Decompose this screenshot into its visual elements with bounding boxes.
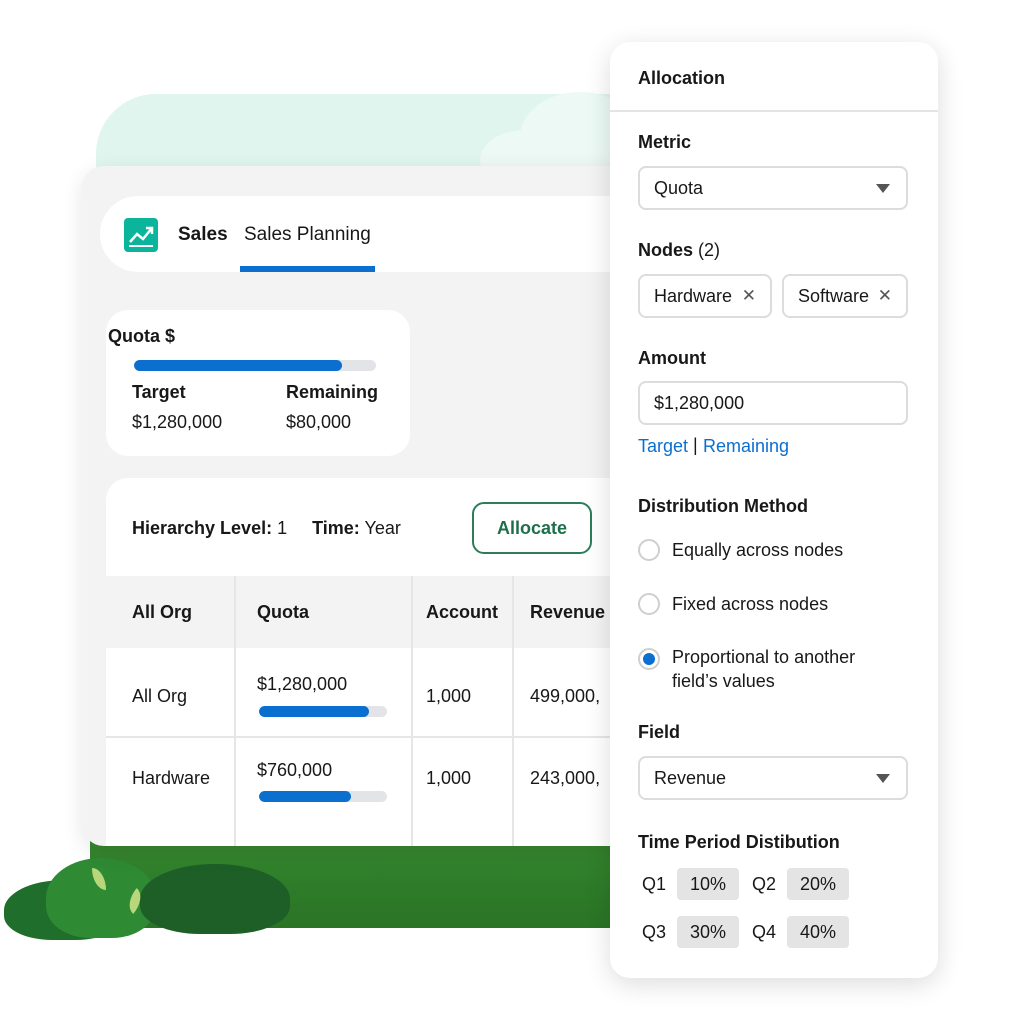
metric-label: Metric [638, 132, 692, 152]
link-separator: | [693, 435, 698, 455]
radio-fixed[interactable] [638, 593, 660, 615]
amount-label: Amount [638, 348, 706, 368]
chevron-down-icon [876, 774, 890, 783]
table-row-quota: $760,000 [257, 760, 333, 780]
close-icon[interactable]: ✕ [742, 286, 756, 306]
table-row-account: 1,000 [426, 686, 472, 706]
column-header-quota[interactable]: Quota [257, 602, 309, 623]
period-label-q2: Q2 [752, 874, 777, 894]
table-row-name: Hardware [132, 768, 211, 788]
remaining-value: $80,000 [286, 412, 352, 432]
row-quota-progress-fill [259, 706, 370, 717]
table-row-quota: $1,280,000 [257, 674, 348, 694]
period-value-q4[interactable]: 40% [787, 916, 849, 948]
period-label-q4: Q4 [752, 922, 777, 942]
column-divider [411, 576, 413, 846]
panel-title: Allocation [638, 68, 726, 88]
row-quota-progress-bar [259, 706, 387, 717]
radio-proportional[interactable] [638, 648, 660, 670]
nodes-count: (2) [698, 240, 721, 260]
remaining-link[interactable]: Remaining [703, 436, 789, 457]
quota-progress-bar [134, 360, 376, 371]
node-chip-label: Hardware [654, 286, 733, 306]
app-header: Sales Sales Planning [100, 196, 642, 272]
node-chip-label: Software [798, 286, 870, 306]
amount-input[interactable]: $1,280,000 [638, 381, 908, 425]
row-quota-progress-fill [259, 791, 352, 802]
period-value-q3[interactable]: 30% [677, 916, 739, 948]
radio-proportional-label[interactable]: Proportional to another field’s values [672, 645, 872, 693]
column-divider [234, 576, 236, 846]
amount-input-value: $1,280,000 [654, 393, 745, 413]
quota-progress-fill [134, 360, 343, 371]
target-value: $1,280,000 [132, 412, 223, 432]
sales-chart-icon[interactable] [124, 218, 158, 252]
nodes-label: Nodes (2) [638, 240, 720, 261]
radio-equally[interactable] [638, 539, 660, 561]
nodes-label-text: Nodes [638, 240, 694, 260]
field-select-value: Revenue [654, 768, 727, 788]
tab-sales-planning[interactable]: Sales Planning [240, 196, 375, 272]
period-value-q1[interactable]: 10% [677, 868, 739, 900]
metric-select-value: Quota [654, 178, 704, 198]
time-period-label: Time Period Distibution [638, 832, 840, 852]
time-value[interactable]: Year [365, 518, 401, 538]
filter-bar: Hierarchy Level: 1 Time: Year [132, 518, 401, 539]
table-row-name: All Org [132, 686, 188, 706]
hierarchy-level-label: Hierarchy Level: [132, 518, 273, 538]
distribution-method-label: Distribution Method [638, 496, 808, 516]
node-chip-hardware[interactable]: Hardware ✕ [638, 274, 772, 318]
target-label: Target [132, 382, 186, 402]
hierarchy-level-value[interactable]: 1 [277, 518, 287, 538]
row-divider [106, 736, 642, 738]
allocate-button[interactable]: Allocate [472, 502, 592, 554]
column-header-all-org[interactable]: All Org [132, 602, 192, 623]
remaining-label: Remaining [286, 382, 379, 402]
node-chip-software[interactable]: Software ✕ [782, 274, 908, 318]
column-header-account[interactable]: Account [426, 602, 498, 623]
table-row-revenue: 243,000, [530, 768, 601, 788]
target-link[interactable]: Target [638, 436, 688, 457]
bush [140, 864, 290, 934]
app-name: Sales [178, 224, 228, 245]
allocation-table-card: Hierarchy Level: 1 Time: Year Allocate A… [106, 478, 642, 846]
sales-planning-app: Sales Sales Planning Quota $ Target $1,2… [82, 166, 642, 846]
column-divider [512, 576, 514, 846]
close-icon[interactable]: ✕ [878, 286, 892, 306]
column-header-revenue[interactable]: Revenue [530, 602, 605, 623]
panel-divider [610, 110, 938, 112]
time-label: Time: [312, 518, 360, 538]
allocation-panel: Allocation Metric Quota Nodes (2) Hardwa… [610, 42, 938, 978]
period-value-q2[interactable]: 20% [787, 868, 849, 900]
quota-title: Quota $ [108, 326, 176, 346]
metric-select[interactable]: Quota [638, 166, 908, 210]
radio-equally-label[interactable]: Equally across nodes [672, 538, 843, 562]
row-quota-progress-bar [259, 791, 387, 802]
period-label-q1: Q1 [642, 874, 667, 894]
radio-fixed-label[interactable]: Fixed across nodes [672, 592, 828, 616]
table-row-account: 1,000 [426, 768, 472, 788]
period-label-q3: Q3 [642, 922, 667, 942]
chevron-down-icon [876, 184, 890, 193]
table-row-revenue: 499,000, [530, 686, 601, 706]
field-label: Field [638, 722, 681, 742]
field-select[interactable]: Revenue [638, 756, 908, 800]
